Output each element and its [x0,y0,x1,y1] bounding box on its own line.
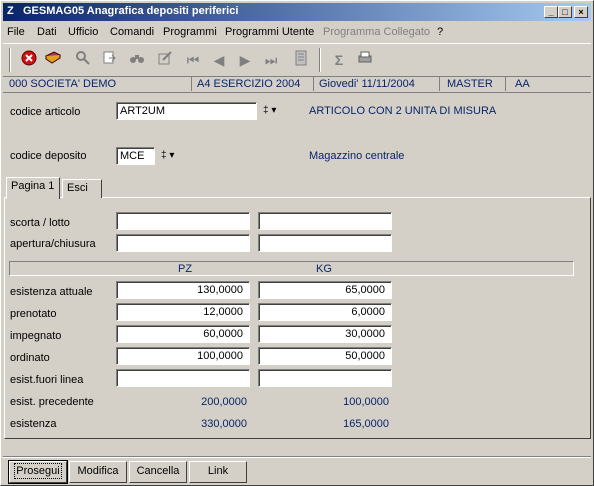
ordinato-label: ordinato [10,352,50,364]
menu-comandi[interactable]: Comandi [110,26,154,38]
apertura-input[interactable] [116,234,250,252]
current-date: Giovedi' 11/11/2004 [319,78,415,90]
title-bar: Z GESMAG05 Anagrafica depositi periferic… [3,3,591,21]
precedente-pz-value: 200,0000 [201,396,247,408]
esistenza-label: esistenza [10,418,57,430]
fiscal-year: A4 ESERCIZIO 2004 [197,78,301,90]
lotto-input[interactable] [258,212,392,230]
menu-programmi-utente[interactable]: Programmi Utente [225,26,314,38]
prosegui-label: Prosegui [14,463,62,479]
precedente-label: esist. precedente [10,396,94,408]
document-icon[interactable] [291,50,311,70]
unit-kg-header: KG [316,263,332,275]
fuori-linea-pz-field[interactable] [116,369,250,387]
exit-icon[interactable] [19,50,39,70]
esistenza-attuale-pz-field[interactable]: 130,0000 [116,281,250,299]
window-title: GESMAG05 Anagrafica depositi periferici [23,5,239,17]
precedente-kg-value: 100,0000 [343,396,389,408]
toolbar-separator [319,48,321,72]
app-icon: Z [7,5,14,17]
deposito-input[interactable]: MCE [116,147,155,165]
minimize-button[interactable]: _ [544,6,558,18]
articolo-description: ARTICOLO CON 2 UNITA DI MISURA [309,105,497,117]
unit-header: PZ KG [9,261,574,276]
menu-ufficio[interactable]: Ufficio [68,26,98,38]
ordinato-kg-field[interactable]: 50,0000 [258,347,392,365]
book-icon[interactable] [43,50,63,70]
export-icon[interactable] [99,50,119,70]
deposito-label: codice deposito [10,150,87,162]
next-record-icon[interactable]: ▶ [235,50,255,70]
prosegui-button[interactable]: Prosegui [8,460,68,484]
impegnato-kg-field[interactable]: 30,0000 [258,325,392,343]
menu-programmi[interactable]: Programmi [163,26,217,38]
status-divider [505,77,506,91]
last-record-icon[interactable]: ⏭ [261,50,281,70]
prenotato-label: prenotato [10,308,57,320]
articolo-input[interactable]: ART2UM [116,102,257,120]
maximize-button[interactable]: □ [558,6,572,18]
cancella-button[interactable]: Cancella [129,461,187,483]
close-button[interactable]: × [574,6,588,18]
deposito-description: Magazzino centrale [309,150,405,162]
status-bar: 000 SOCIETA' DEMO A4 ESERCIZIO 2004 Giov… [3,76,591,93]
scorta-label: scorta / lotto [10,217,70,229]
articolo-dropdown-icon[interactable]: ‡ ▾ [263,105,276,116]
impegnato-label: impegnato [10,330,62,342]
prenotato-kg-field[interactable]: 6,0000 [258,303,392,321]
esistenza-kg-value: 165,0000 [343,418,389,430]
unit-pz-header: PZ [178,263,193,275]
user-code: AA [515,78,530,90]
status-divider [439,77,440,91]
modifica-button[interactable]: Modifica [69,461,127,483]
impegnato-pz-field[interactable]: 60,0000 [116,325,250,343]
menu-dati[interactable]: Dati [37,26,57,38]
esistenza-attuale-label: esistenza attuale [10,286,93,298]
apertura-label: apertura/chiusura [10,238,96,250]
ordinato-pz-field[interactable]: 100,0000 [116,347,250,365]
search-icon[interactable] [73,50,93,70]
fuori-linea-label: esist.fuori linea [10,374,84,386]
esistenza-pz-value: 330,0000 [201,418,247,430]
binoculars-icon[interactable] [127,50,147,70]
scorta-input[interactable] [116,212,250,230]
sigma-icon[interactable]: Σ [329,50,349,70]
toolbar: ⏮ ◀ ▶ ⏭ Σ [3,43,591,77]
user-name: MASTER [447,78,493,90]
menu-help[interactable]: ? [437,26,443,38]
fuori-linea-kg-field[interactable] [258,369,392,387]
edit-icon[interactable] [155,50,175,70]
print-icon[interactable] [355,50,375,70]
application-window: Z GESMAG05 Anagrafica depositi periferic… [0,0,594,486]
status-divider [313,77,314,91]
esistenza-attuale-kg-field[interactable]: 65,0000 [258,281,392,299]
menu-programma-collegato: Programma Collegato [323,26,430,38]
status-divider [191,77,192,91]
prev-record-icon[interactable]: ◀ [209,50,229,70]
menu-bar: File Dati Ufficio Comandi Programmi Prog… [3,23,591,41]
first-record-icon[interactable]: ⏮ [183,50,203,70]
chiusura-input[interactable] [258,234,392,252]
company-name: 000 SOCIETA' DEMO [9,78,117,90]
toolbar-grip [9,48,11,72]
prenotato-pz-field[interactable]: 12,0000 [116,303,250,321]
tab-pagina-1[interactable]: Pagina 1 [6,177,60,199]
deposito-dropdown-icon[interactable]: ‡ ▾ [161,150,174,161]
footer-divider [3,456,591,458]
menu-file[interactable]: File [7,26,25,38]
articolo-label: codice articolo [10,106,81,118]
link-button[interactable]: Link [189,461,247,483]
tab-esci[interactable]: Esci [62,179,102,198]
